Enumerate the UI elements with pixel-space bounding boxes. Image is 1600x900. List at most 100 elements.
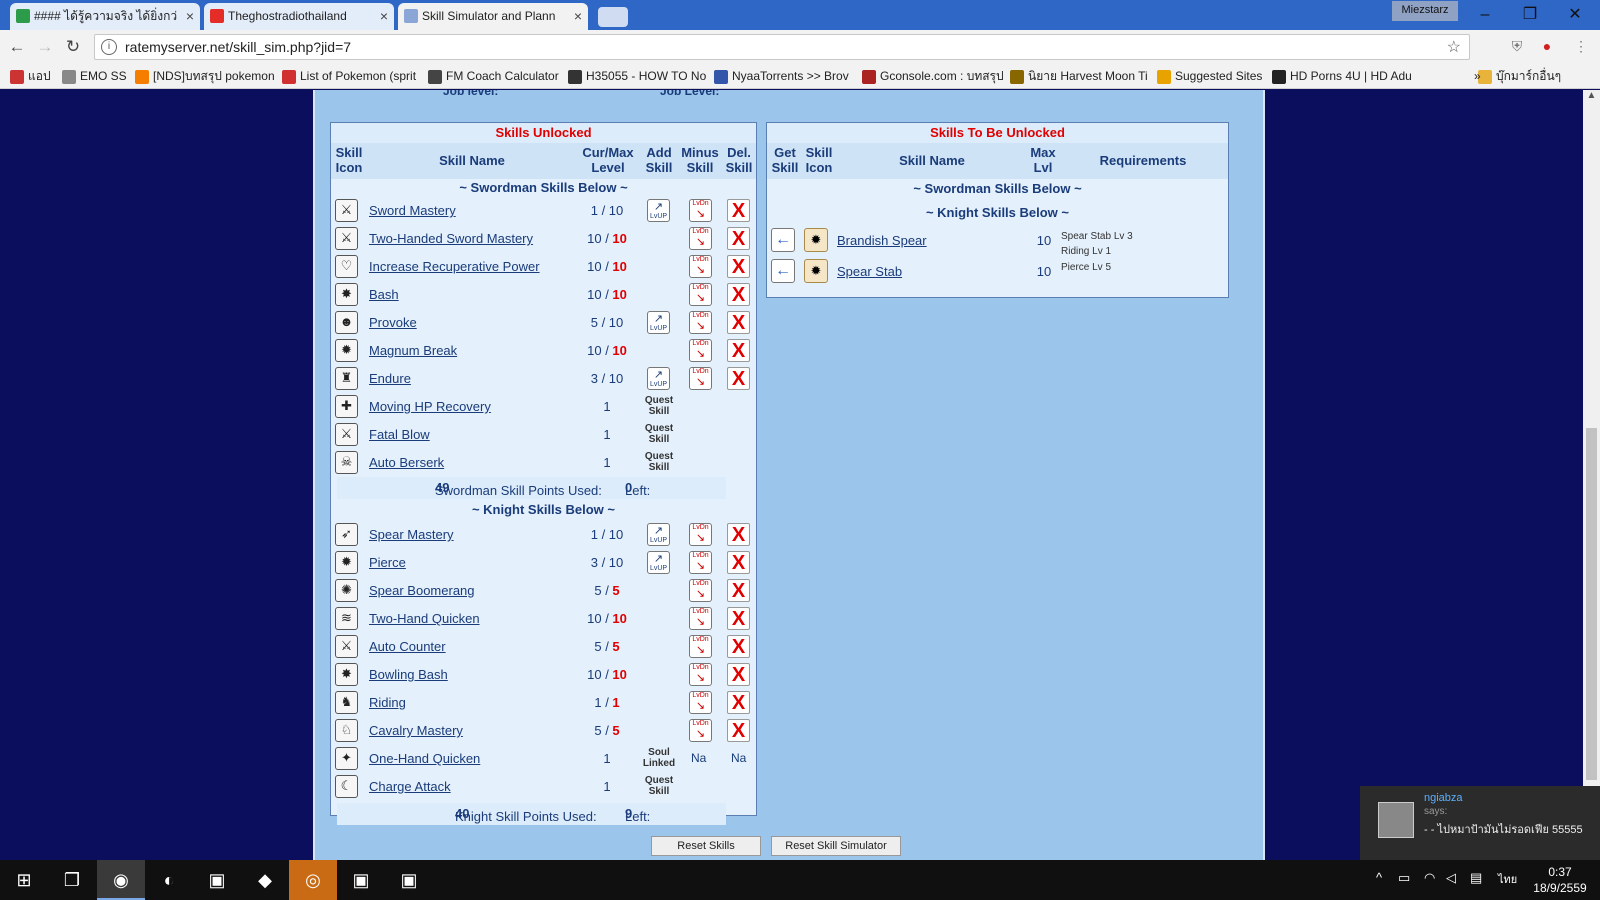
chrome-icon[interactable]: ◉ [97,860,145,900]
level-down-button[interactable]: LvDn ↘ [689,523,712,546]
level-up-button[interactable]: ↗ LvUP [647,367,670,390]
bookmarks-overflow-icon[interactable]: » [1474,67,1488,86]
skill-name-link[interactable]: Spear Stab [837,264,902,279]
skill-name-link[interactable]: Auto Counter [369,639,446,654]
browser-tab-2[interactable]: Theghostradiothailand × [204,3,394,30]
level-up-button[interactable]: ↗ LvUP [647,551,670,574]
bookmark-item[interactable]: FM Coach Calculator [428,67,562,86]
delete-skill-button[interactable]: X [727,311,750,334]
level-down-button[interactable]: LvDn ↘ [689,199,712,222]
level-down-button[interactable]: LvDn ↘ [689,719,712,742]
level-down-button[interactable]: LvDn ↘ [689,607,712,630]
tray-chevron-icon[interactable]: ^ [1376,870,1382,885]
skill-name-link[interactable]: Spear Mastery [369,527,454,542]
delete-skill-button[interactable]: X [727,635,750,658]
tab-close-icon[interactable]: × [186,3,194,30]
taskbar-clock[interactable]: 0:37 18/9/2559 [1530,864,1590,896]
level-down-button[interactable]: LvDn ↘ [689,691,712,714]
get-skill-button[interactable]: ← [771,259,795,283]
back-icon[interactable]: ← [6,36,28,58]
bookmark-item[interactable]: นิยาย Harvest Moon Ti [1010,67,1152,86]
skill-name-link[interactable]: Bowling Bash [369,667,448,682]
skill-name-link[interactable]: Endure [369,371,411,386]
delete-skill-button[interactable]: X [727,283,750,306]
scroll-thumb[interactable] [1586,428,1597,780]
delete-skill-button[interactable]: X [727,227,750,250]
level-down-button[interactable]: LvDn ↘ [689,579,712,602]
skill-name-link[interactable]: Pierce [369,555,406,570]
delete-skill-button[interactable]: X [727,339,750,362]
level-down-button[interactable]: LvDn ↘ [689,367,712,390]
app-icon-3[interactable]: ◆ [241,860,289,900]
level-down-button[interactable]: LvDn ↘ [689,339,712,362]
bookmark-item[interactable]: แอป [10,67,54,86]
skill-name-link[interactable]: Two-Hand Quicken [369,611,480,626]
skill-name-link[interactable]: Increase Recuperative Power [369,259,540,274]
level-up-button[interactable]: ↗ LvUP [647,311,670,334]
skill-name-link[interactable]: Auto Berserk [369,455,444,470]
skill-name-link[interactable]: Charge Attack [369,779,451,794]
skill-name-link[interactable]: Magnum Break [369,343,457,358]
browser-tab-1[interactable]: #### ได้รู้ความจริง ได้ยิ่งกว่ × [10,3,200,30]
reset-skills-button[interactable]: Reset Skills [651,836,761,856]
bookmark-star-icon[interactable]: ☆ [1447,37,1461,57]
reload-icon[interactable]: ↻ [62,36,84,58]
wifi-icon[interactable]: ◠ [1424,870,1435,886]
delete-skill-button[interactable]: X [727,367,750,390]
bookmark-item[interactable]: List of Pokemon (sprit [282,67,422,86]
delete-skill-button[interactable]: X [727,523,750,546]
battery-icon[interactable]: ▭ [1398,870,1410,886]
level-down-button[interactable]: LvDn ↘ [689,663,712,686]
delete-skill-button[interactable]: X [727,255,750,278]
skill-name-link[interactable]: Fatal Blow [369,427,430,442]
reset-simulator-button[interactable]: Reset Skill Simulator [771,836,901,856]
skill-name-link[interactable]: Provoke [369,315,417,330]
restore-icon[interactable]: ❐ [1510,4,1550,26]
skill-name-link[interactable]: Cavalry Mastery [369,723,463,738]
chat-notification[interactable]: ngiabza says: - - ไปหมาป้ามันไม่รอดเฟีย … [1360,786,1600,860]
bookmark-item[interactable]: EMO SS [62,67,130,86]
level-down-button[interactable]: LvDn ↘ [689,635,712,658]
action-center-icon[interactable]: ▤ [1470,870,1482,886]
level-down-button[interactable]: LvDn ↘ [689,551,712,574]
skill-name-link[interactable]: Two-Handed Sword Mastery [369,231,533,246]
windows-start-icon[interactable]: ⊞ [0,860,48,900]
get-skill-button[interactable]: ← [771,228,795,252]
app-icon-2[interactable]: ▣ [193,860,241,900]
forward-icon[interactable]: → [34,36,56,58]
input-language[interactable]: ไทย [1498,870,1517,888]
adblock-icon[interactable]: ● [1538,38,1556,56]
steam-icon[interactable]: ◎ [289,860,337,900]
bookmark-item[interactable]: HD Porns 4U | HD Adu [1272,67,1466,86]
tab-close-icon[interactable]: × [380,3,388,30]
menu-icon[interactable]: ⋮ [1572,38,1590,56]
delete-skill-button[interactable]: X [727,607,750,630]
bookmark-item[interactable]: H35055 - HOW TO No [568,67,708,86]
url-input[interactable]: i ratemyserver.net/skill_sim.php?jid=7 ☆ [94,34,1470,60]
delete-skill-button[interactable]: X [727,579,750,602]
skill-name-link[interactable]: Spear Boomerang [369,583,475,598]
profile-button[interactable]: Miezstarz [1392,1,1458,21]
skill-name-link[interactable]: Bash [369,287,399,302]
delete-skill-button[interactable]: X [727,691,750,714]
info-icon[interactable]: i [101,39,117,55]
level-up-button[interactable]: ↗ LvUP [647,523,670,546]
skill-name-link[interactable]: One-Hand Quicken [369,751,480,766]
level-down-button[interactable]: LvDn ↘ [689,283,712,306]
bookmark-item[interactable]: บุ๊กมาร์กอื่นๆ [1478,67,1598,86]
bookmark-item[interactable]: [NDS]บทสรุป pokemon [135,67,277,86]
delete-skill-button[interactable]: X [727,719,750,742]
new-tab-button[interactable] [598,7,628,27]
level-down-button[interactable]: LvDn ↘ [689,255,712,278]
skill-name-link[interactable]: Riding [369,695,406,710]
volume-icon[interactable]: ◁ [1446,870,1456,886]
app-icon-5[interactable]: ▣ [385,860,433,900]
bookmark-item[interactable]: Suggested Sites [1157,67,1265,86]
app-icon-1[interactable]: ◐ [145,860,193,900]
delete-skill-button[interactable]: X [727,551,750,574]
close-window-icon[interactable]: ✕ [1555,4,1595,26]
minimize-icon[interactable]: – [1465,4,1505,26]
level-down-button[interactable]: LvDn ↘ [689,227,712,250]
delete-skill-button[interactable]: X [727,663,750,686]
skill-name-link[interactable]: Moving HP Recovery [369,399,491,414]
